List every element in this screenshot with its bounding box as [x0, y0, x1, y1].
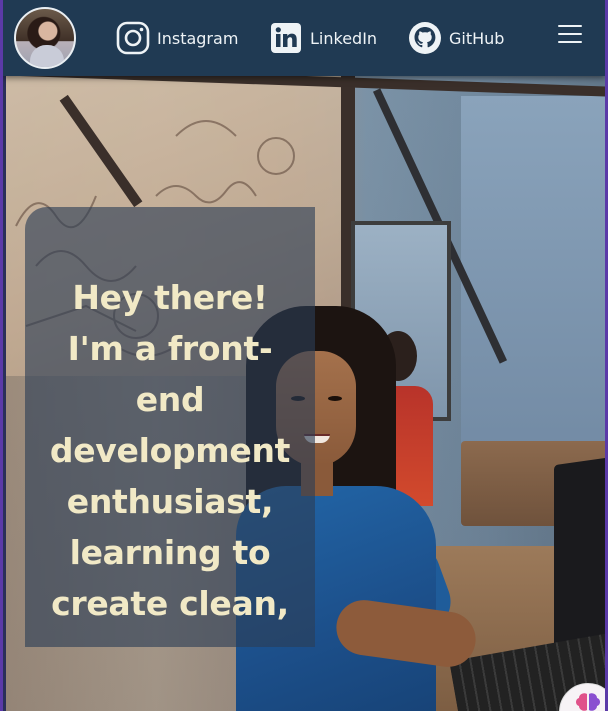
- page-frame: Instagram LinkedIn GitHub Hey there! I'm…: [0, 0, 608, 711]
- linkedin-label: LinkedIn: [310, 28, 378, 48]
- intro-line: development: [49, 431, 291, 470]
- profile-avatar[interactable]: [14, 7, 76, 69]
- linkedin-icon: [269, 21, 303, 55]
- intro-line: create clean,: [51, 584, 289, 623]
- instagram-link[interactable]: Instagram: [116, 18, 238, 58]
- brain-icon: [574, 692, 602, 711]
- instagram-icon: [116, 21, 150, 55]
- monitor: [554, 456, 605, 656]
- intro-line: I'm a front-: [67, 329, 273, 368]
- navbar: Instagram LinkedIn GitHub: [3, 0, 605, 76]
- hamburger-menu-icon[interactable]: [558, 25, 582, 45]
- github-link[interactable]: GitHub: [408, 18, 504, 58]
- intro-line: Hey there!: [72, 278, 268, 317]
- linkedin-link[interactable]: LinkedIn: [269, 18, 377, 58]
- github-icon: [408, 21, 442, 55]
- intro-heading: Hey there! I'm a front- end development …: [25, 272, 315, 629]
- instagram-label: Instagram: [157, 28, 239, 48]
- intro-line: enthusiast,: [66, 482, 274, 521]
- github-label: GitHub: [449, 28, 505, 48]
- intro-line: end: [135, 380, 205, 419]
- intro-line: learning to: [69, 533, 271, 572]
